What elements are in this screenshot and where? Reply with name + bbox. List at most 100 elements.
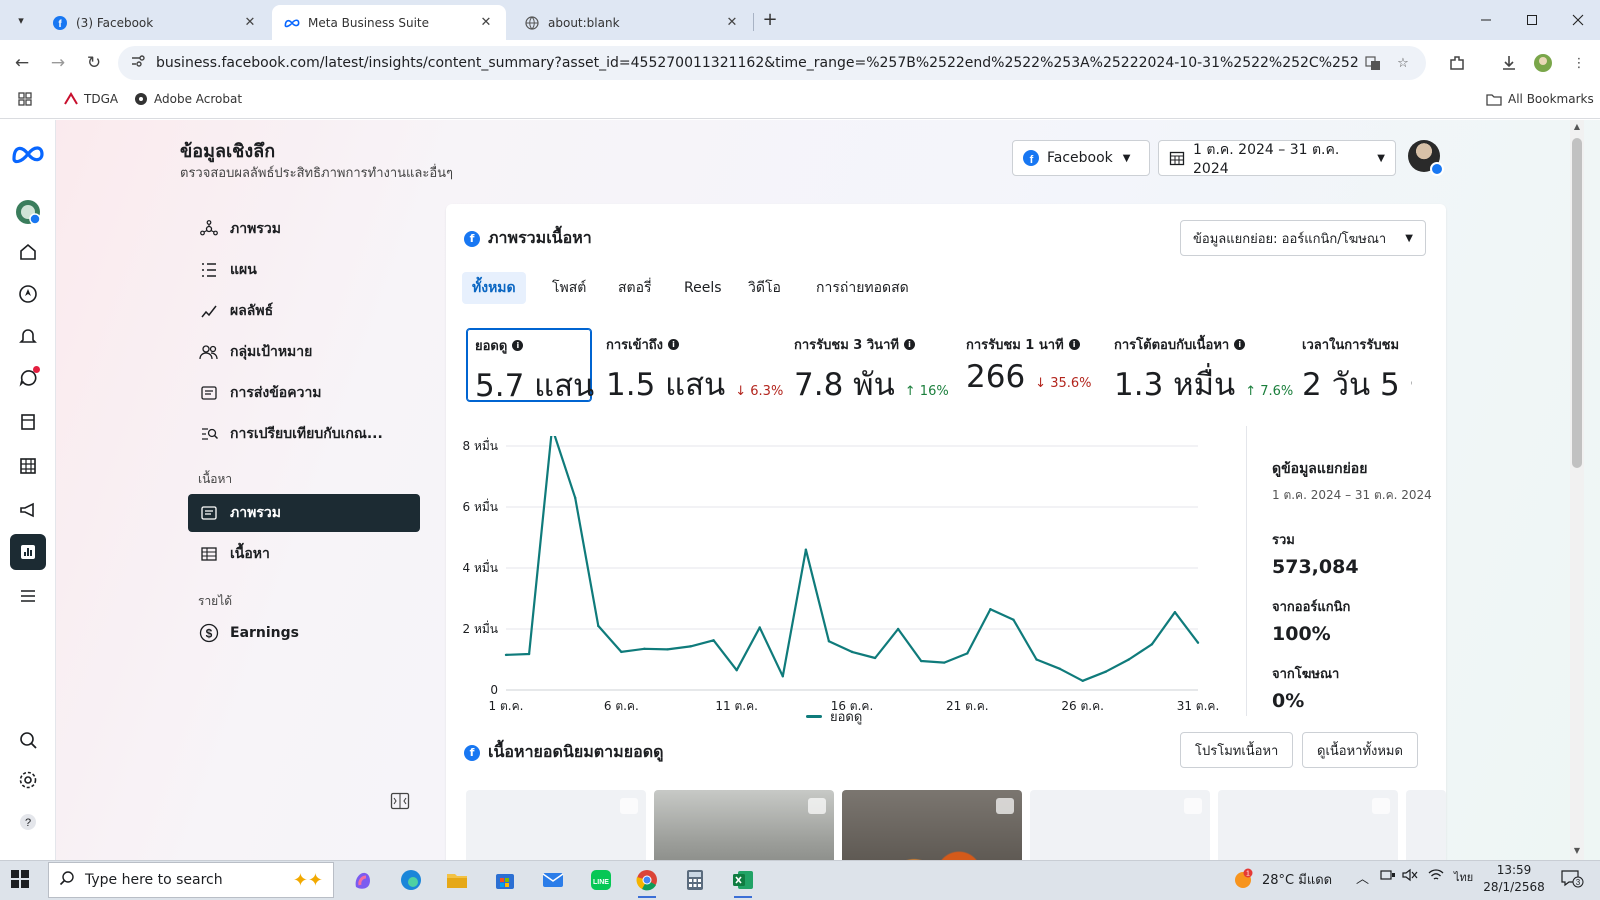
browser-tab-facebook[interactable]: f (3) Facebook ✕	[40, 5, 270, 40]
metric-engagement[interactable]: การโต้ตอบกับเนื้อหา i 1.3 หมื่น ↑ 7.6%	[1106, 328, 1293, 403]
insights-chart-icon[interactable]	[10, 534, 46, 570]
page-scrollbar[interactable]: ▲ ▼	[1570, 120, 1584, 860]
weather-widget[interactable]: 1 28°C มีแดด	[1232, 868, 1332, 890]
profile-avatar[interactable]	[1408, 140, 1444, 176]
bookmark-tdga[interactable]: TDGA	[64, 92, 118, 106]
home-icon[interactable]	[10, 234, 46, 270]
reload-icon[interactable]: ↻	[80, 49, 108, 77]
excel-icon[interactable]	[726, 864, 760, 898]
all-tools-menu-icon[interactable]	[10, 578, 46, 614]
chrome-browser-icon[interactable]	[630, 864, 664, 898]
metric-reach[interactable]: การเข้าถึง i 1.5 แสน ↓ 6.3%	[598, 328, 783, 403]
nav-item-content[interactable]: เนื้อหา	[188, 535, 420, 573]
forward-arrow-icon[interactable]: →	[44, 49, 72, 77]
scroll-down-arrow-icon[interactable]: ▼	[1570, 846, 1584, 855]
info-icon[interactable]: i	[668, 339, 680, 350]
content-thumbnail[interactable]	[1218, 790, 1398, 860]
microsoft-store-icon[interactable]	[488, 864, 522, 896]
line-app-icon[interactable]: LINE	[584, 864, 618, 896]
breakdown-dropdown[interactable]: ข้อมูลแยกย่อย: ออร์แกนิก/โฆษณา ▼	[1180, 220, 1426, 256]
compass-icon[interactable]	[10, 276, 46, 312]
scroll-up-arrow-icon[interactable]: ▲	[1570, 122, 1584, 131]
platform-dropdown[interactable]: f Facebook ▼	[1012, 140, 1150, 176]
taskbar-search-input[interactable]: Type here to search ✦✦	[48, 862, 334, 898]
tab-live[interactable]: การถ่ายทอดสด	[806, 272, 919, 304]
file-explorer-icon[interactable]	[440, 864, 474, 896]
info-icon[interactable]: i	[512, 340, 524, 351]
close-window-icon[interactable]	[1564, 6, 1592, 34]
tray-overflow-chevron-icon[interactable]: ︿	[1356, 868, 1369, 887]
tab-reels[interactable]: Reels	[674, 272, 732, 304]
content-pages-icon[interactable]	[10, 404, 46, 440]
info-icon[interactable]: i	[903, 339, 915, 350]
download-icon[interactable]	[1496, 50, 1522, 76]
promote-content-button[interactable]: โปรโมทเนื้อหา	[1180, 732, 1294, 768]
maximize-window-icon[interactable]	[1518, 6, 1546, 34]
close-tab-icon[interactable]: ✕	[724, 15, 740, 30]
info-icon[interactable]: i	[1234, 339, 1246, 350]
wifi-icon[interactable]	[1428, 868, 1444, 882]
content-thumbnail[interactable]	[842, 790, 1022, 860]
tab-posts[interactable]: โพสต์	[542, 272, 596, 304]
ads-megaphone-icon[interactable]	[10, 492, 46, 528]
taskbar-clock[interactable]: 13:59 28/1/2568	[1474, 862, 1554, 896]
new-tab-button[interactable]: +	[758, 9, 782, 33]
bookmark-adobe-acrobat[interactable]: Adobe Acrobat	[134, 92, 242, 106]
browser-tab-meta-business-suite[interactable]: Meta Business Suite ✕	[272, 5, 506, 40]
meta-logo-icon[interactable]	[10, 136, 46, 172]
date-range-picker[interactable]: 1 ต.ค. 2024 – 31 ต.ค. 2024 ▼	[1158, 140, 1396, 177]
content-thumbnail[interactable]	[654, 790, 834, 860]
site-settings-icon[interactable]	[130, 54, 146, 72]
help-icon[interactable]: ?	[10, 804, 46, 840]
tab-search-chevron-icon[interactable]: ▾	[8, 8, 34, 32]
search-icon[interactable]	[10, 722, 46, 758]
nav-item-results[interactable]: ผลลัพธ์	[188, 292, 420, 330]
info-icon[interactable]: i	[1068, 339, 1080, 350]
back-arrow-icon[interactable]: ←	[8, 49, 36, 77]
nav-item-messaging[interactable]: การส่งข้อความ	[188, 374, 420, 412]
nav-item-plan[interactable]: แผน	[188, 251, 420, 289]
scrollbar-thumb[interactable]	[1572, 138, 1582, 468]
volume-muted-icon[interactable]	[1402, 868, 1418, 882]
metric-1min-views[interactable]: การรับชม 1 นาที i 266 ↓ 35.6%	[958, 328, 1098, 402]
tray-device-icon[interactable]	[1380, 868, 1396, 882]
collapse-sidebar-icon[interactable]	[390, 792, 410, 814]
table-grid-icon[interactable]	[10, 448, 46, 484]
mail-icon[interactable]	[536, 864, 570, 896]
nav-item-content-overview[interactable]: ภาพรวม	[188, 494, 420, 532]
windows-start-icon[interactable]	[10, 869, 32, 891]
copilot-icon[interactable]	[346, 864, 380, 896]
apps-grid-icon[interactable]	[18, 92, 32, 106]
browser-tab-blank[interactable]: about:blank ✕	[512, 5, 752, 40]
metric-3s-views[interactable]: การรับชม 3 วินาที i 7.8 พัน ↑ 16%	[786, 328, 956, 403]
metric-views[interactable]: ยอดดู i 5.7 แสน	[466, 328, 594, 404]
close-tab-icon[interactable]: ✕	[478, 15, 494, 30]
content-thumbnail[interactable]	[1030, 790, 1210, 860]
tab-videos[interactable]: วิดีโอ	[738, 272, 791, 304]
all-bookmarks-button[interactable]: All Bookmarks	[1486, 92, 1594, 106]
tab-stories[interactable]: สตอรี่	[608, 272, 662, 304]
nav-item-earnings[interactable]: $ Earnings	[188, 614, 420, 652]
metric-watch-time[interactable]: เวลาในการรับชม 2 วัน 5 ชั่	[1294, 328, 1412, 402]
minimize-window-icon[interactable]	[1472, 6, 1500, 34]
url-text[interactable]: business.facebook.com/latest/insights/co…	[146, 55, 1358, 71]
nav-item-overview[interactable]: ภาพรวม	[188, 210, 420, 248]
page-avatar-icon[interactable]	[10, 194, 46, 230]
content-thumbnail[interactable]	[466, 790, 646, 860]
profile-avatar-icon[interactable]	[1530, 50, 1556, 76]
bookmark-star-icon[interactable]: ☆	[1388, 56, 1418, 71]
calculator-icon[interactable]	[678, 864, 712, 896]
address-bar[interactable]: business.facebook.com/latest/insights/co…	[118, 46, 1426, 80]
notification-center-icon[interactable]: 3	[1560, 868, 1584, 888]
extensions-icon[interactable]	[1444, 50, 1470, 76]
inbox-chat-icon[interactable]	[10, 360, 46, 396]
content-thumbnail[interactable]	[1406, 790, 1446, 860]
browser-menu-icon[interactable]: ⋮	[1566, 50, 1592, 76]
settings-gear-icon[interactable]	[10, 762, 46, 798]
close-tab-icon[interactable]: ✕	[242, 15, 258, 30]
nav-item-audience[interactable]: กลุ่มเป้าหมาย	[188, 333, 420, 371]
tab-all[interactable]: ทั้งหมด	[462, 272, 526, 304]
input-language-indicator[interactable]: ไทย	[1454, 868, 1473, 886]
view-all-content-button[interactable]: ดูเนื้อหาทั้งหมด	[1302, 732, 1418, 768]
edge-browser-icon[interactable]	[394, 864, 428, 896]
